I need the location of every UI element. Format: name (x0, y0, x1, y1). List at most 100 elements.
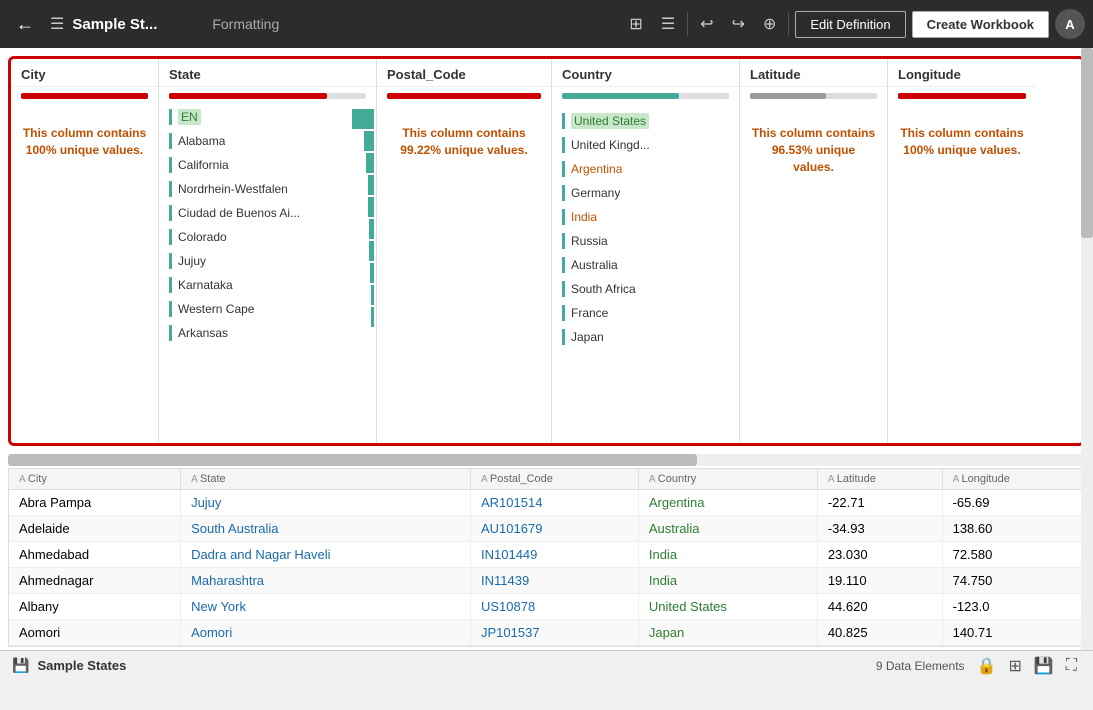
toolbar-divider (687, 12, 688, 36)
expand-status-button[interactable]: ⛶ (1062, 654, 1081, 678)
cell-city: Ahmedabad (9, 542, 181, 568)
data-elements-count: 9 Data Elements (876, 659, 965, 673)
list-bar (169, 325, 172, 341)
undo-button[interactable]: ↩ (694, 10, 719, 38)
cell-lat: -22.71 (817, 490, 942, 516)
state-histogram (346, 105, 376, 443)
cell-lon: 140.71 (942, 620, 1083, 646)
cell-lat: 40.825 (817, 620, 942, 646)
col-unique-msg-latitude: This column contains 96.53% unique value… (740, 105, 887, 195)
cell-city: Albany (9, 594, 181, 620)
list-text: Western Cape (178, 302, 254, 316)
hist-bar (371, 307, 374, 327)
list-text: United States (571, 113, 649, 129)
hist-bar (366, 153, 374, 173)
table-header-row: A City A State A Postal_Code A Country A… (9, 469, 1084, 490)
list-item: Nordrhein-Westfalen (159, 177, 346, 201)
list-item: France (552, 301, 739, 325)
table-row: Ahmednagar Maharashtra IN11439 India 19.… (9, 568, 1084, 594)
list-item: India (552, 205, 739, 229)
list-text: Australia (571, 258, 618, 272)
cell-state: South Australia (181, 516, 471, 542)
preview-panel: City This column contains 100% unique va… (8, 56, 1085, 446)
cell-lat: 19.110 (817, 568, 942, 594)
cell-state: Jujuy (181, 490, 471, 516)
list-text: Arkansas (178, 326, 228, 340)
list-item: Argentina (552, 157, 739, 181)
country-list: United States United Kingd... Argentina … (552, 105, 739, 353)
col-bar-postal (377, 87, 551, 105)
col-header-postal: A Postal_Code (471, 469, 639, 490)
hist-bar (370, 263, 374, 283)
list-bar (562, 305, 565, 321)
list-text: Russia (571, 234, 608, 248)
hist-bar (368, 175, 375, 195)
cell-country: Argentina (638, 490, 817, 516)
cell-postal: AR101514 (471, 490, 639, 516)
status-bar: 💾 Sample States 9 Data Elements 🔒 ⊞ 💾 ⛶ (0, 650, 1093, 680)
vertical-scrollbar[interactable] (1081, 48, 1093, 680)
col-bar-bg-postal (387, 93, 541, 99)
list-bar (169, 205, 172, 221)
list-text: Jujuy (178, 254, 206, 268)
col-bar-city (11, 87, 158, 105)
pin-button[interactable]: ⊕ (757, 10, 782, 38)
grid-view-button[interactable]: ⊞ (623, 10, 648, 38)
toolbar-divider2 (788, 12, 789, 36)
list-item: Western Cape (159, 297, 346, 321)
list-view-button[interactable]: ☰ (655, 10, 681, 38)
col-panel-city: City This column contains 100% unique va… (11, 59, 159, 443)
col-header-country: Country (552, 59, 739, 87)
horizontal-scrollbar[interactable] (8, 454, 1085, 466)
col-header-city: A City (9, 469, 181, 490)
col-header-lat: A Latitude (817, 469, 942, 490)
col-bar-fill-latitude (750, 93, 826, 99)
list-item: Colorado (159, 225, 346, 249)
list-bar (562, 137, 565, 153)
cell-lon: -65.69 (942, 490, 1083, 516)
col-panel-postal: Postal_Code This column contains 99.22% … (377, 59, 552, 443)
cell-lon: 72.580 (942, 542, 1083, 568)
list-bar (169, 181, 172, 197)
table-row: Albany New York US10878 United States 44… (9, 594, 1084, 620)
table-row: Abra Pampa Jujuy AR101514 Argentina -22.… (9, 490, 1084, 516)
app-header: ← ☰ Sample St... Formatting ⊞ ☰ ↩ ↪ ⊕ Ed… (0, 0, 1093, 48)
list-bar (562, 209, 565, 225)
redo-button[interactable]: ↪ (726, 10, 751, 38)
list-text: Alabama (178, 134, 225, 148)
user-avatar[interactable]: A (1055, 9, 1085, 39)
list-text: France (571, 306, 608, 320)
tab-formatting[interactable]: Formatting (200, 12, 291, 36)
list-item: Japan (552, 325, 739, 349)
list-item: Arkansas (159, 321, 346, 345)
col-header-state: State (159, 59, 376, 87)
cell-state: Dadra and Nagar Haveli (181, 542, 471, 568)
col-unique-msg-city: This column contains 100% unique values. (11, 105, 158, 179)
col-bar-fill-state (169, 93, 327, 99)
list-text: Karnataka (178, 278, 233, 292)
list-bar (562, 113, 565, 129)
grid-status-button[interactable]: ⊞ (1004, 654, 1025, 678)
cell-city: Aomori (9, 620, 181, 646)
cell-postal: IN101449 (471, 542, 639, 568)
lock-button[interactable]: 🔒 (973, 654, 1001, 678)
cell-lon: 138.60 (942, 516, 1083, 542)
col-bar-bg-latitude (750, 93, 877, 99)
back-button[interactable]: ← (8, 10, 42, 39)
col-header-state: A State (181, 469, 471, 490)
edit-definition-button[interactable]: Edit Definition (795, 11, 905, 38)
col-bar-fill-longitude (898, 93, 1026, 99)
cell-city: Adelaide (9, 516, 181, 542)
table-row: Adelaide South Australia AU101679 Austra… (9, 516, 1084, 542)
col-bar-fill-postal (387, 93, 541, 99)
database-icon: 💾 (12, 657, 29, 674)
save-status-button[interactable]: 💾 (1030, 654, 1058, 678)
col-bar-state (159, 87, 376, 105)
list-text: California (178, 158, 229, 172)
cell-state: Aomori (181, 620, 471, 646)
col-bar-bg-country (562, 93, 729, 99)
col-bar-country (552, 87, 739, 105)
create-workbook-button[interactable]: Create Workbook (912, 11, 1049, 38)
datasource-title: Sample States (37, 658, 126, 673)
col-panel-latitude: Latitude This column contains 96.53% uni… (740, 59, 888, 443)
